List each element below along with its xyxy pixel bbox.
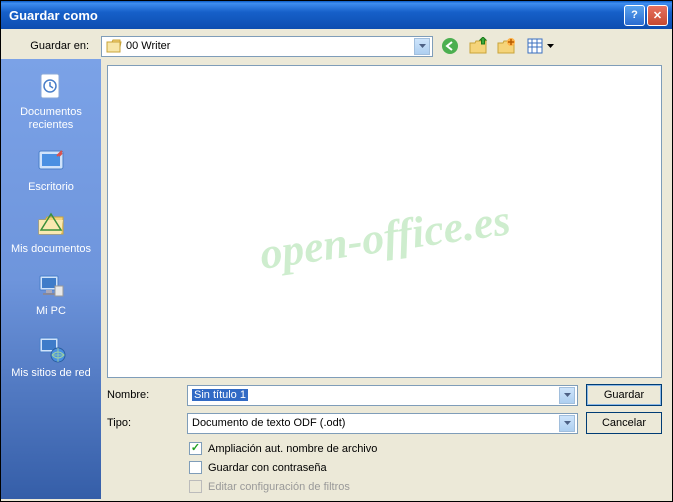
- sidebar-item-mypc[interactable]: Mi PC: [5, 266, 97, 322]
- filename-input[interactable]: Sin título 1: [187, 385, 578, 406]
- titlebar: Guardar como ? ✕: [1, 1, 672, 29]
- sidebar-label: Escritorio: [5, 181, 97, 194]
- filename-row: Nombre: Sin título 1 Guardar: [107, 384, 662, 406]
- chevron-down-icon: [559, 387, 575, 404]
- sidebar-label: Documentos recientes: [5, 106, 97, 132]
- filter-settings-checkbox: Editar configuración de filtros: [189, 480, 662, 493]
- checkbox-icon: [189, 480, 202, 493]
- back-button[interactable]: [439, 35, 461, 57]
- sidebar-item-network[interactable]: Mis sitios de red: [5, 328, 97, 384]
- filetype-row: Tipo: Documento de texto ODF (.odt) Canc…: [107, 412, 662, 434]
- sidebar-label: Mis sitios de red: [5, 367, 97, 380]
- cancel-button[interactable]: Cancelar: [586, 412, 662, 434]
- places-sidebar: Documentos recientes Escritorio Mis docu…: [1, 59, 101, 499]
- location-value: 00 Writer: [126, 40, 170, 52]
- folder-open-icon: [106, 39, 122, 53]
- watermark-text: open-office.es: [256, 194, 513, 280]
- toolbar: Guardar en: 00 Writer: [1, 29, 672, 59]
- sidebar-item-mydocs[interactable]: Mis documentos: [5, 204, 97, 260]
- file-list-pane[interactable]: open-office.es: [107, 65, 662, 378]
- filename-label: Nombre:: [107, 389, 179, 401]
- up-folder-button[interactable]: [467, 35, 489, 57]
- main-area: open-office.es Nombre: Sin título 1 Guar…: [101, 59, 672, 499]
- checkbox-label: Editar configuración de filtros: [208, 481, 350, 493]
- checkbox-label: Guardar con contraseña: [208, 462, 327, 474]
- auto-extension-checkbox[interactable]: Ampliación aut. nombre de archivo: [189, 442, 662, 455]
- save-in-label: Guardar en:: [19, 40, 95, 52]
- filetype-label: Tipo:: [107, 417, 179, 429]
- sidebar-label: Mis documentos: [5, 243, 97, 256]
- save-dialog: Guardar como ? ✕ Guardar en: 00 Writer: [0, 0, 673, 502]
- sidebar-item-desktop[interactable]: Escritorio: [5, 142, 97, 198]
- sidebar-item-recent[interactable]: Documentos recientes: [5, 67, 97, 136]
- filetype-value: Documento de texto ODF (.odt): [192, 417, 345, 429]
- recent-documents-icon: [35, 71, 67, 103]
- checkbox-label: Ampliación aut. nombre de archivo: [208, 443, 377, 455]
- checkbox-icon: [189, 442, 202, 455]
- sidebar-label: Mi PC: [5, 305, 97, 318]
- new-folder-button[interactable]: [495, 35, 517, 57]
- save-button[interactable]: Guardar: [586, 384, 662, 406]
- chevron-down-icon: [414, 38, 430, 55]
- window-title: Guardar como: [9, 8, 622, 23]
- my-documents-icon: [35, 208, 67, 240]
- my-computer-icon: [35, 270, 67, 302]
- desktop-icon: [35, 146, 67, 178]
- dialog-body: Documentos recientes Escritorio Mis docu…: [1, 59, 672, 499]
- close-button[interactable]: ✕: [647, 5, 668, 26]
- filename-value: Sin título 1: [192, 389, 248, 401]
- location-dropdown[interactable]: 00 Writer: [101, 36, 433, 57]
- checkbox-icon: [189, 461, 202, 474]
- network-places-icon: [35, 332, 67, 364]
- chevron-down-icon: [559, 415, 575, 432]
- filetype-dropdown[interactable]: Documento de texto ODF (.odt): [187, 413, 578, 434]
- view-menu-button[interactable]: [523, 35, 557, 57]
- help-button[interactable]: ?: [624, 5, 645, 26]
- password-checkbox[interactable]: Guardar con contraseña: [189, 461, 662, 474]
- options-group: Ampliación aut. nombre de archivo Guarda…: [189, 442, 662, 493]
